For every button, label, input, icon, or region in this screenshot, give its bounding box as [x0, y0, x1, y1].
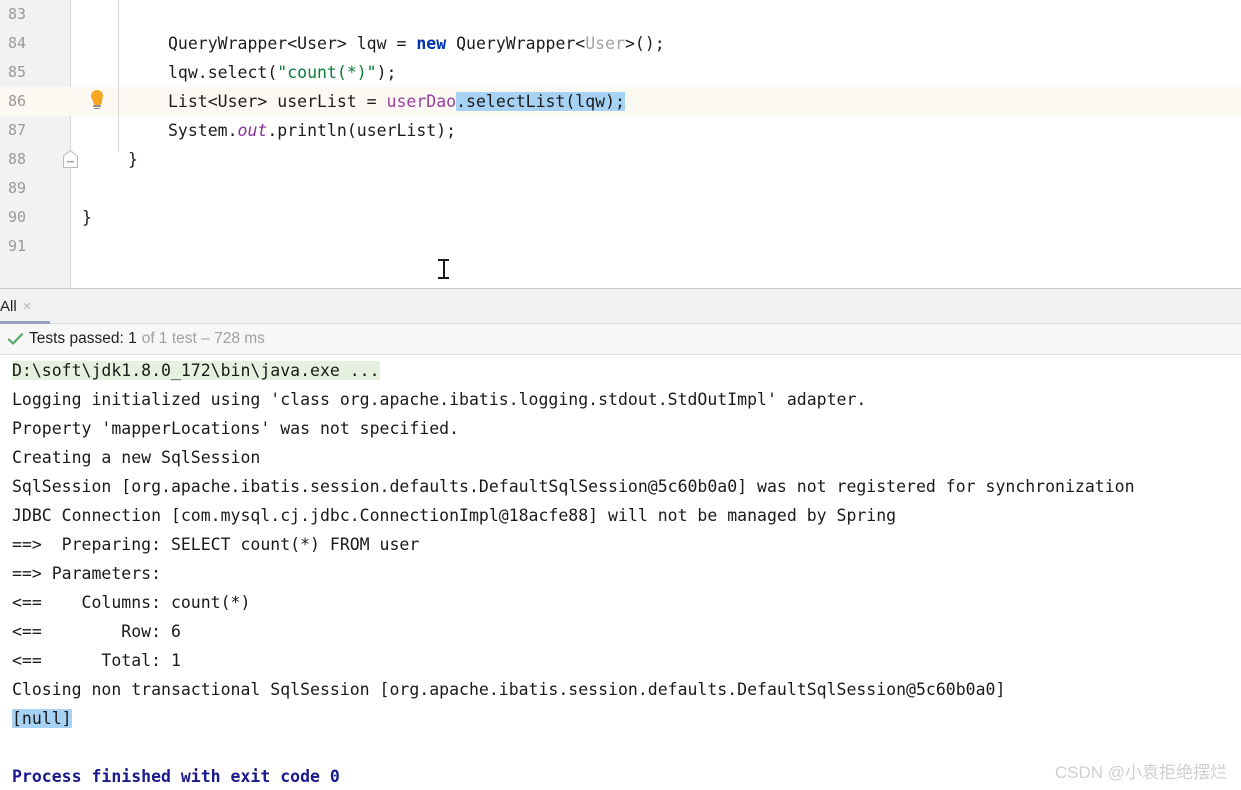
- editor-line-90[interactable]: 90}: [0, 203, 1241, 232]
- line-number-86: 86: [8, 92, 27, 110]
- console-line-12[interactable]: [null]: [12, 704, 72, 733]
- code-segment: }: [82, 208, 92, 227]
- code-text-line-87: System.out.println(userList);: [168, 116, 456, 145]
- console-text: SqlSession [org.apache.ibatis.session.de…: [12, 477, 1135, 496]
- text-cursor-icon: [438, 258, 449, 279]
- console-text: Process finished with exit code 0: [12, 767, 340, 786]
- line-number-91: 91: [8, 237, 27, 255]
- console-line-7[interactable]: ==> Parameters:: [12, 559, 171, 588]
- code-segment: >();: [625, 34, 665, 53]
- code-fold-marker-icon[interactable]: [62, 149, 79, 169]
- tab-all[interactable]: All ×: [0, 289, 41, 323]
- console-line-4[interactable]: SqlSession [org.apache.ibatis.session.de…: [12, 472, 1135, 501]
- caret-stem: [443, 260, 445, 277]
- console-line-14[interactable]: Process finished with exit code 0: [12, 762, 340, 790]
- lightbulb-base-stripe-1: [93, 105, 101, 107]
- code-segment: QueryWrapper<User> lqw =: [168, 34, 417, 53]
- console-line-9[interactable]: <== Row: 6: [12, 617, 181, 646]
- line-number-90: 90: [8, 208, 27, 226]
- console-line-5[interactable]: JDBC Connection [com.mysql.cj.jdbc.Conne…: [12, 501, 896, 530]
- console-text: Property 'mapperLocations' was not speci…: [12, 419, 460, 438]
- console-line-11[interactable]: Closing non transactional SqlSession [or…: [12, 675, 1005, 704]
- lightbulb-base-stripe-2: [94, 107, 100, 110]
- code-text-line-90: }: [82, 203, 92, 232]
- console-output[interactable]: D:\soft\jdk1.8.0_172\bin\java.exe ... Log…: [0, 356, 1241, 790]
- console-text: <== Columns: count(*): [12, 593, 251, 612]
- console-line-2[interactable]: Property 'mapperLocations' was not speci…: [12, 414, 459, 443]
- console-text: <== Total: 1: [12, 651, 181, 670]
- code-text-line-85: lqw.select("count(*)");: [168, 58, 397, 87]
- console-line-10[interactable]: <== Total: 1: [12, 646, 181, 675]
- csdn-watermark: CSDN @小袁拒绝摆烂: [1054, 763, 1227, 782]
- green-check-icon: [7, 332, 24, 346]
- editor-line-84[interactable]: 84 QueryWrapper<User> lqw = new QueryWrap…: [0, 29, 1241, 58]
- code-segment: System.: [168, 121, 238, 140]
- code-editor[interactable]: 83 84 QueryWrapper<User> lqw = new QueryWr…: [0, 0, 1241, 288]
- editor-line-86[interactable]: 86 List<User> userList = userDao.selectLi…: [0, 87, 1241, 116]
- test-results-tabstrip[interactable]: All ×: [0, 289, 1241, 324]
- line-number-85: 85: [8, 63, 27, 81]
- line-number-83: 83: [8, 5, 27, 23]
- console-text: Logging initialized using 'class org.apa…: [12, 390, 867, 409]
- indent-guide: [118, 0, 119, 152]
- tests-passed-text: Tests passed: 1: [29, 330, 137, 347]
- code-text-line-88: }: [128, 145, 138, 174]
- code-segment: new: [416, 34, 447, 53]
- code-segment: User: [585, 34, 625, 53]
- line-number-84: 84: [8, 34, 27, 52]
- lightbulb-intention-icon[interactable]: [88, 90, 106, 110]
- console-text: ==> Parameters:: [12, 564, 171, 583]
- code-segment: }: [128, 150, 138, 169]
- console-text: [null]: [12, 709, 72, 728]
- console-line-1[interactable]: Logging initialized using 'class org.apa…: [12, 385, 866, 414]
- code-segment: userDao: [386, 92, 457, 111]
- console-line-8[interactable]: <== Columns: count(*): [12, 588, 250, 617]
- code-segment: .println(userList);: [267, 121, 457, 140]
- code-text-line-86: List<User> userList = userDao.selectList…: [168, 87, 625, 116]
- code-segment: );: [376, 63, 397, 82]
- code-segment: List<User> userList =: [168, 92, 387, 111]
- tab-all-label: All: [0, 297, 17, 315]
- line-number-89: 89: [8, 179, 27, 197]
- editor-line-87[interactable]: 87 System.out.println(userList);: [0, 116, 1241, 145]
- line-number-87: 87: [8, 121, 27, 139]
- console-text: Closing non transactional SqlSession [or…: [12, 680, 1006, 699]
- code-text-line-84: QueryWrapper<User> lqw = new QueryWrappe…: [168, 29, 665, 58]
- console-line-0[interactable]: D:\soft\jdk1.8.0_172\bin\java.exe ...: [12, 356, 380, 385]
- console-line-6[interactable]: ==> Preparing: SELECT count(*) FROM user: [12, 530, 419, 559]
- code-segment: QueryWrapper<: [446, 34, 586, 53]
- code-segment: .selectList(lqw);: [456, 92, 625, 111]
- console-text: JDBC Connection [com.mysql.cj.jdbc.Conne…: [12, 506, 897, 525]
- editor-line-85[interactable]: 85 lqw.select("count(*)");: [0, 58, 1241, 87]
- tests-detail-text: of 1 test – 728 ms: [141, 330, 265, 347]
- run-tool-window[interactable]: All × Tests passed: 1 of 1 test – 728 ms…: [0, 289, 1241, 790]
- console-text: <== Row: 6: [12, 622, 181, 641]
- console-text: Creating a new SqlSession: [12, 448, 261, 467]
- editor-line-88[interactable]: 88}: [0, 145, 1241, 174]
- test-status-bar: Tests passed: 1 of 1 test – 728 ms: [0, 324, 1241, 355]
- console-text: ==> Preparing: SELECT count(*) FROM user: [12, 535, 420, 554]
- console-text: D:\soft\jdk1.8.0_172\bin\java.exe ...: [12, 361, 380, 380]
- code-segment: out: [237, 121, 268, 140]
- code-segment: "count(*)": [277, 63, 377, 82]
- caret-bottom-bar: [438, 277, 449, 279]
- line-number-88: 88: [8, 150, 27, 168]
- editor-line-83[interactable]: 83: [0, 0, 1241, 29]
- code-segment: lqw.select(: [168, 63, 278, 82]
- console-line-3[interactable]: Creating a new SqlSession: [12, 443, 260, 472]
- close-icon[interactable]: ×: [23, 299, 32, 314]
- editor-line-89[interactable]: 89: [0, 174, 1241, 203]
- editor-line-91[interactable]: 91: [0, 232, 1241, 261]
